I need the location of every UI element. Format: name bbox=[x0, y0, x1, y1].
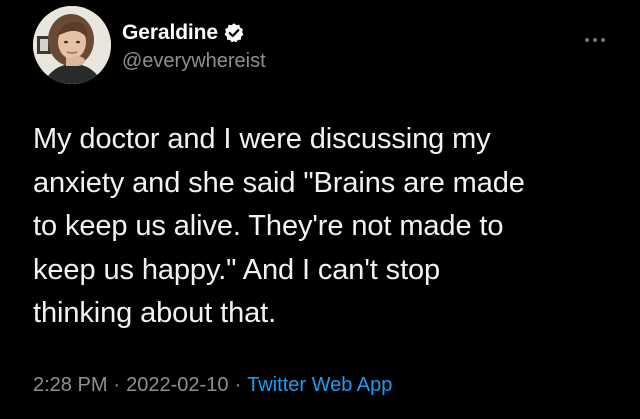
tweet-time[interactable]: 2:28 PM bbox=[33, 374, 107, 396]
author-handle[interactable]: @everywhereist bbox=[122, 50, 266, 73]
tweet-date[interactable]: 2022-02-10 bbox=[126, 374, 228, 396]
tweet-meta: 2:28 PM · 2022-02-10 · Twitter Web App bbox=[33, 374, 392, 397]
meta-separator: · bbox=[113, 374, 121, 396]
tweet-card: Geraldine @everywhereist My doctor and I… bbox=[0, 0, 640, 419]
author-name-row: Geraldine bbox=[122, 20, 266, 46]
verified-badge-icon bbox=[223, 22, 245, 44]
tweet-text: My doctor and I were discussing my anxie… bbox=[33, 123, 525, 329]
author-block: Geraldine @everywhereist bbox=[122, 20, 266, 73]
tweet-source-link[interactable]: Twitter Web App bbox=[247, 374, 392, 396]
avatar[interactable] bbox=[33, 6, 111, 84]
meta-separator: · bbox=[234, 374, 242, 396]
display-name[interactable]: Geraldine bbox=[122, 21, 218, 45]
more-dots-icon[interactable] bbox=[583, 32, 607, 42]
